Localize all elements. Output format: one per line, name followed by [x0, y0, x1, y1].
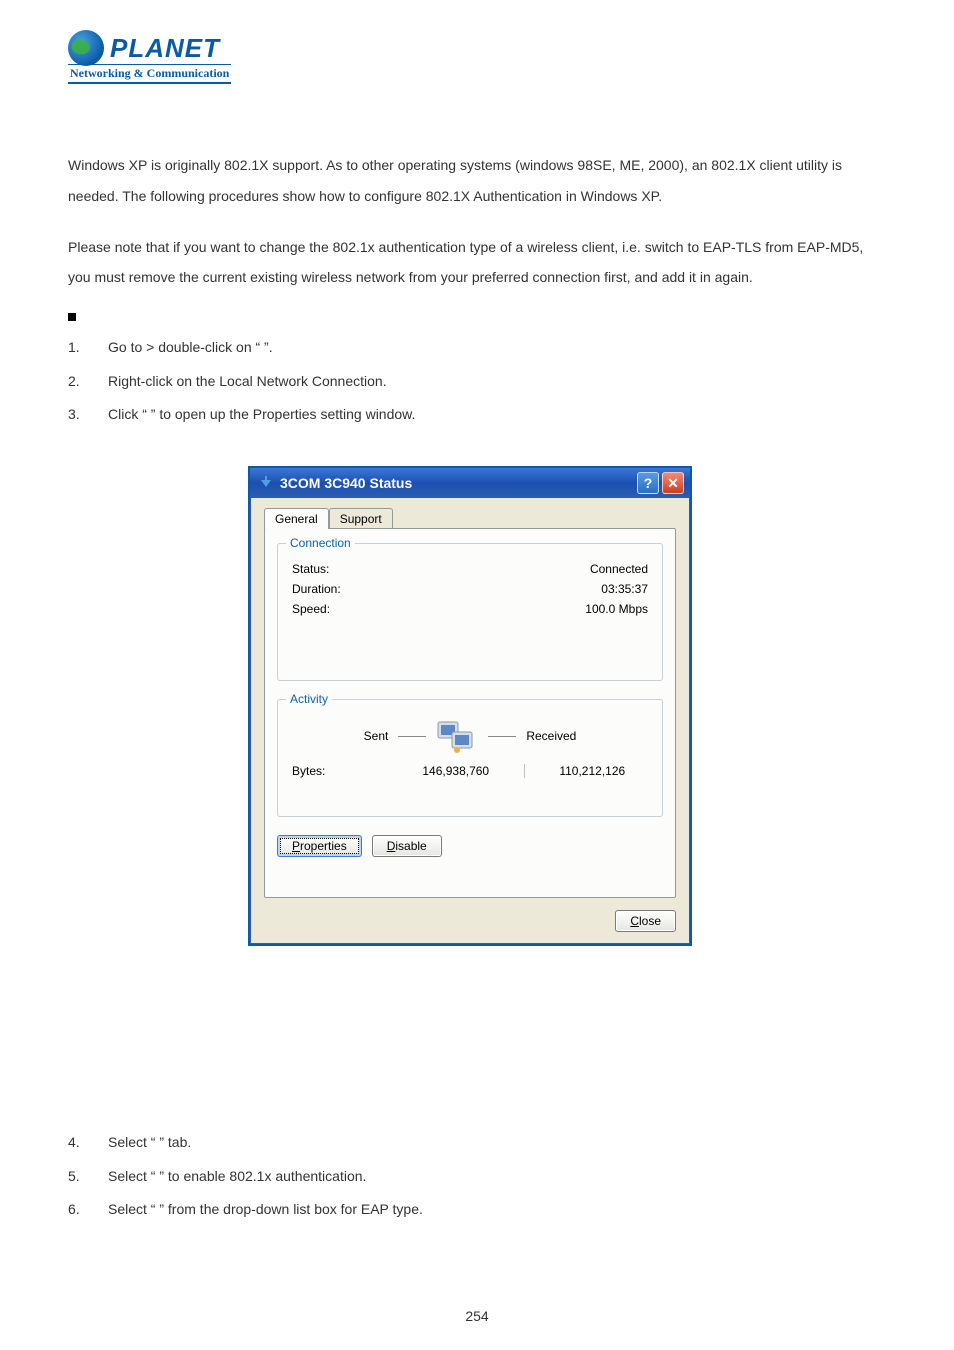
group-activity: Activity Sent: [277, 699, 663, 817]
step-4: Select “ ” tab.: [68, 1126, 886, 1160]
step-2-text: Right-click on the Local Network Connect…: [108, 365, 387, 399]
status-value: Connected: [590, 562, 648, 576]
tab-support[interactable]: Support: [329, 508, 393, 529]
step-3-b: ” to open up the Properties setting wind…: [151, 406, 416, 422]
step-5-b: ” to enable 802.1x authentication.: [159, 1168, 366, 1184]
square-bullet-icon: [68, 313, 76, 321]
step-4-a: Select “: [108, 1134, 155, 1150]
step-5: Select “ ” to enable 802.1x authenticati…: [68, 1160, 886, 1194]
tab-panel: Connection Status: Connected Duration: 03:…: [264, 528, 676, 898]
disable-rest: isable: [395, 839, 426, 853]
section-bullet: [68, 313, 886, 321]
line-left-icon: [398, 736, 426, 737]
group-connection: Connection Status:Connected Duration:03:…: [277, 543, 663, 681]
step-6: Select “ ” from the drop-down list box f…: [68, 1193, 886, 1227]
status-label: Status:: [292, 562, 329, 576]
speed-value: 100.0 Mbps: [585, 602, 648, 616]
properties-mnemonic: P: [292, 839, 300, 853]
tab-general[interactable]: General: [264, 508, 329, 529]
disable-button[interactable]: Disable: [372, 835, 442, 857]
close-dialog-button[interactable]: Close: [615, 910, 676, 932]
received-label: Received: [526, 729, 576, 743]
step-5-a: Select “: [108, 1168, 155, 1184]
brand-tagline: Networking & Communication: [68, 64, 231, 84]
step-4-b: ” tab.: [159, 1134, 191, 1150]
globe-icon: [68, 30, 104, 66]
step-1: Go to > double-click on “ ”.: [68, 331, 886, 365]
help-button[interactable]: ?: [637, 472, 659, 494]
group-activity-legend: Activity: [286, 692, 332, 706]
sent-label: Sent: [364, 729, 389, 743]
intro-paragraph-1: Windows XP is originally 802.1X support.…: [68, 150, 886, 212]
line-right-icon: [488, 736, 516, 737]
step-1-c: double-click on “: [158, 339, 260, 355]
brand-name: PLANET: [110, 33, 220, 64]
close-button[interactable]: ✕: [662, 472, 684, 494]
bytes-sent-value: 146,938,760: [400, 764, 512, 778]
step-6-a: Select “: [108, 1201, 155, 1217]
down-arrow-icon: [258, 475, 274, 491]
help-icon: ?: [644, 475, 653, 491]
brand-logo: PLANET Networking & Communication: [68, 30, 231, 84]
step-1-b: >: [146, 339, 158, 355]
step-6-b: ” from the drop-down list box for EAP ty…: [159, 1201, 423, 1217]
properties-rest: roperties: [300, 839, 347, 853]
computers-icon: [436, 718, 478, 754]
group-connection-legend: Connection: [286, 536, 355, 550]
status-dialog: 3COM 3C940 Status ? ✕ General Support Co…: [248, 466, 692, 946]
step-1-d: ”.: [264, 339, 273, 355]
separator-icon: [524, 764, 525, 778]
bytes-label: Bytes:: [292, 764, 388, 778]
bytes-received-value: 110,212,126: [537, 764, 649, 778]
dialog-title: 3COM 3C940 Status: [280, 475, 637, 491]
close-rest: lose: [639, 914, 661, 928]
tab-general-label: General: [275, 512, 318, 526]
close-mnemonic: C: [630, 914, 639, 928]
properties-button[interactable]: Properties: [277, 835, 362, 857]
step-3: Click “ ” to open up the Properties sett…: [68, 398, 886, 432]
step-1-a: Go to: [108, 339, 146, 355]
speed-label: Speed:: [292, 602, 330, 616]
page-number: 254: [0, 1308, 954, 1324]
dialog-tabs: General Support: [264, 508, 676, 529]
close-icon: ✕: [667, 475, 679, 492]
duration-label: Duration:: [292, 582, 341, 596]
step-2: Right-click on the Local Network Connect…: [68, 365, 886, 399]
duration-value: 03:35:37: [601, 582, 648, 596]
intro-paragraph-2: Please note that if you want to change t…: [68, 232, 886, 294]
step-3-a: Click “: [108, 406, 147, 422]
tab-support-label: Support: [340, 512, 382, 526]
dialog-titlebar[interactable]: 3COM 3C940 Status ? ✕: [250, 468, 690, 498]
